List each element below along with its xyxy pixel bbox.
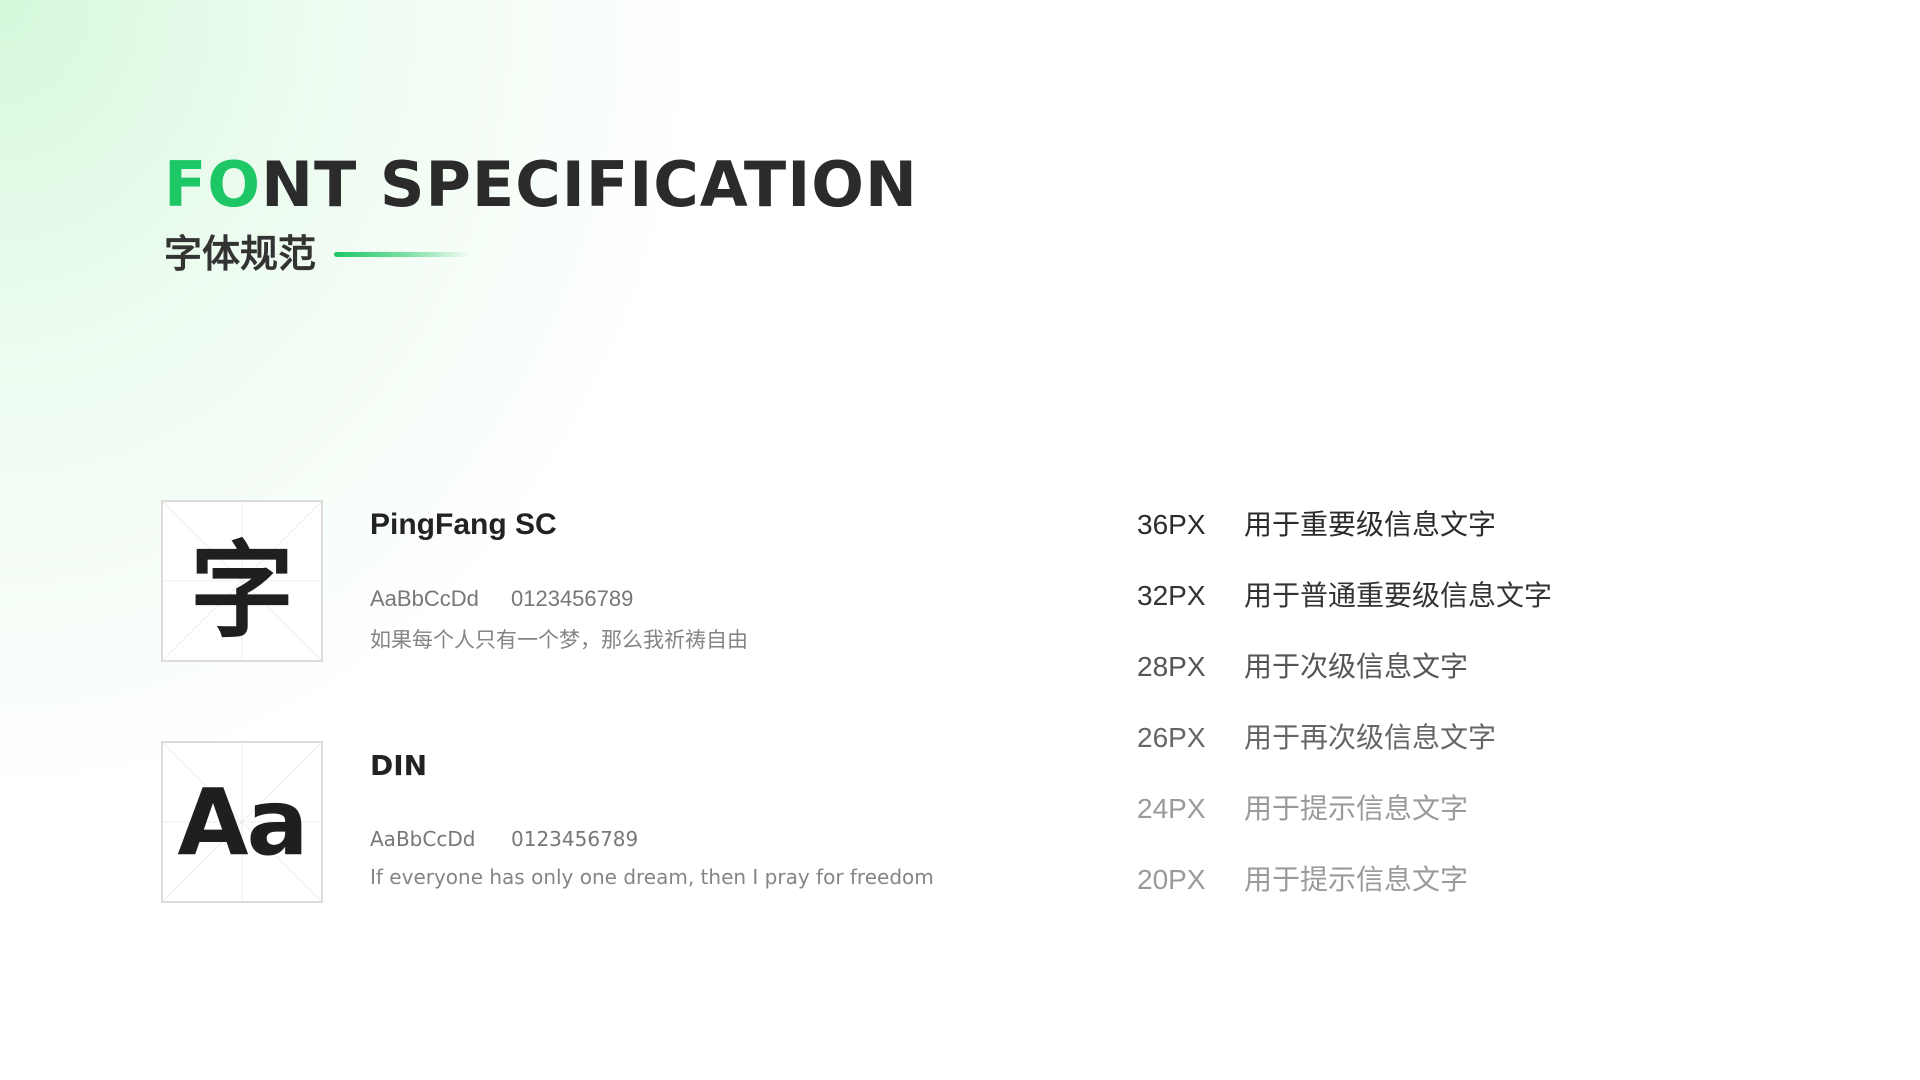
font-name: PingFang SC [370, 508, 557, 541]
specimen-pingfang: 字 PingFang SC AaBbCcDd 0123456789 如果每个人只… [161, 500, 1061, 662]
page-heading: FONT SPECIFICATION 字体规范 [164, 150, 918, 278]
glyph-sample: 字 [189, 529, 294, 652]
latin-sample: AaBbCcDd [370, 827, 476, 851]
glyph-sample: Aa [177, 768, 308, 876]
font-name: DIN [370, 749, 428, 782]
digits-sample: 0123456789 [511, 586, 634, 611]
specimen-din: Aa DIN AaBbCcDd 0123456789 If everyone h… [161, 741, 1061, 903]
size-value: 20PX [1137, 864, 1206, 895]
page-subtitle: 字体规范 [164, 232, 317, 276]
glyph-preview-box: 字 [161, 500, 323, 662]
size-description: 用于重要级信息文字 [1244, 509, 1497, 540]
size-value: 36PX [1137, 509, 1206, 540]
size-value: 26PX [1137, 722, 1206, 753]
digits-sample: 0123456789 [511, 827, 639, 851]
latin-sample: AaBbCcDd [370, 586, 479, 611]
sample-sentence: 如果每个人只有一个梦，那么我祈祷自由 [370, 629, 748, 652]
size-value: 24PX [1137, 793, 1206, 824]
size-value: 32PX [1137, 580, 1206, 611]
title-accent: FO [164, 148, 262, 221]
size-description: 用于提示信息文字 [1244, 864, 1469, 895]
size-description: 用于提示信息文字 [1244, 793, 1469, 824]
size-description: 用于普通重要级信息文字 [1244, 580, 1553, 611]
subtitle-divider [334, 251, 471, 257]
glyph-preview-box: Aa [161, 741, 323, 903]
size-description: 用于次级信息文字 [1244, 651, 1469, 682]
subtitle-row: 字体规范 [164, 230, 918, 278]
title-rest: NT SPECIFICATION [261, 148, 918, 221]
size-value: 28PX [1137, 651, 1206, 682]
sample-sentence: If everyone has only one dream, then I p… [370, 865, 934, 889]
size-description: 用于再次级信息文字 [1244, 722, 1497, 753]
page-title: FONT SPECIFICATION [164, 150, 918, 220]
